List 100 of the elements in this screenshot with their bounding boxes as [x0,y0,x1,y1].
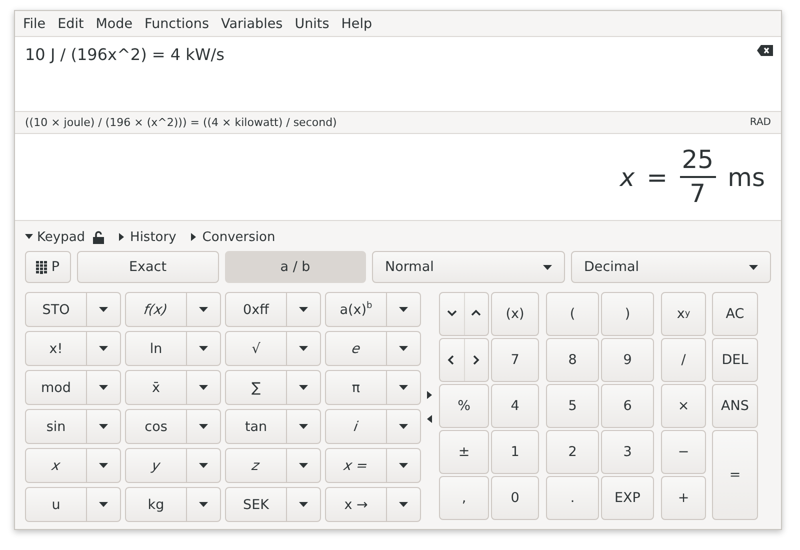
keypad-key[interactable]: 1 [491,430,539,474]
function-key[interactable]: u [25,487,87,522]
keypad-key[interactable]: AC [712,292,758,336]
keypad-key[interactable]: ANS [712,384,758,428]
menu-arrow-button[interactable] [287,292,321,327]
menu-arrow-button[interactable] [87,448,121,483]
menu-item[interactable]: Variables [215,16,289,32]
keypad-key[interactable]: / [661,338,706,382]
caret-icon [399,424,408,429]
function-key[interactable]: cos [125,409,187,444]
menu-arrow-button[interactable] [287,331,321,366]
function-key[interactable]: x [25,448,87,483]
keypad-mode-button[interactable]: P [25,251,71,283]
equals-key[interactable]: = [712,430,758,520]
keypad-key[interactable]: % [439,384,489,428]
keypad-key[interactable]: 0 [491,476,539,520]
menu-item[interactable]: Functions [138,16,216,32]
menu-arrow-button[interactable] [287,448,321,483]
section-expander[interactable]: Conversion [190,230,276,244]
menu-arrow-button[interactable] [87,370,121,405]
menu-arrow-button[interactable] [287,487,321,522]
keypad-key[interactable]: 7 [491,338,539,382]
function-key[interactable]: mod [25,370,87,405]
caret-icon [399,385,408,390]
function-key[interactable]: STO [25,292,87,327]
keypad-key[interactable]: ( [546,292,599,336]
function-key[interactable]: i [325,409,387,444]
menu-item[interactable]: Help [335,16,378,32]
menu-arrow-button[interactable] [387,448,421,483]
function-key[interactable]: e [325,331,387,366]
menu-arrow-button[interactable] [187,448,221,483]
function-key[interactable]: y [125,448,187,483]
function-key[interactable]: SEK [225,487,287,522]
keypad-key[interactable]: , [439,476,489,520]
dropdown[interactable]: Normal [372,251,565,283]
menu-arrow-button[interactable] [87,331,121,366]
menu-arrow-button[interactable] [387,331,421,366]
section-expander[interactable]: Keypad [25,230,104,244]
section-expander[interactable]: History [118,230,176,244]
menu-arrow-button[interactable] [187,409,221,444]
backspace-icon[interactable] [757,45,773,56]
menu-arrow-button[interactable] [287,409,321,444]
menu-item[interactable]: Edit [52,16,90,32]
expression-field[interactable]: 10 J / (196x^2) = 4 kW/s [25,45,585,64]
menu-item[interactable]: Mode [90,16,139,32]
keypad-key[interactable]: 6 [601,384,654,428]
menu-arrow-button[interactable] [387,487,421,522]
expand-arrow[interactable] [426,391,434,399]
keypad-key[interactable]: 2 [546,430,599,474]
function-key[interactable]: kg [125,487,187,522]
keypad-key[interactable]: 4 [491,384,539,428]
keypad-key[interactable]: 9 [601,338,654,382]
menu-arrow-button[interactable] [387,292,421,327]
menu-arrow-button[interactable] [187,370,221,405]
keypad-key[interactable]: 5 [546,384,599,428]
function-key[interactable]: x̄ [125,370,187,405]
toggle-button[interactable]: Exact [77,251,218,283]
function-key[interactable]: √ [225,331,287,366]
function-key[interactable]: ln [125,331,187,366]
keypad-key[interactable]: EXP [601,476,654,520]
menu-arrow-button[interactable] [187,292,221,327]
function-key[interactable]: a(x)$^{b}$ [325,292,387,327]
function-key[interactable]: ∑ [225,370,287,405]
function-key[interactable]: x = [325,448,387,483]
keypad-key[interactable]: − [661,430,706,474]
keypad-key[interactable]: x$^{y}$ [661,292,706,336]
menu-arrow-button[interactable] [387,409,421,444]
menu-item[interactable]: Units [288,16,336,32]
keypad-key[interactable]: ± [439,430,489,474]
equals-sign: = [646,162,668,192]
menu-item[interactable]: File [17,16,52,32]
keypad-key[interactable]: 3 [601,430,654,474]
menu-arrow-button[interactable] [187,331,221,366]
keypad-key[interactable]: 8 [546,338,599,382]
function-key[interactable]: 0xff [225,292,287,327]
keypad-key[interactable]: + [661,476,706,520]
menu-arrow-button[interactable] [387,370,421,405]
keypad-key[interactable]: × [661,384,706,428]
function-key[interactable]: f(x) [125,292,187,327]
menu-arrow-button[interactable] [87,292,121,327]
keypad-key[interactable]: . [546,476,599,520]
function-key[interactable]: π [325,370,387,405]
menu-arrow-button[interactable] [87,409,121,444]
function-key[interactable]: tan [225,409,287,444]
menu-arrow-button[interactable] [87,487,121,522]
caret-icon [399,346,408,351]
keypad-key[interactable]: ) [601,292,654,336]
keypad-key[interactable]: (x) [491,292,539,336]
caret-icon [299,307,308,312]
keypad-key[interactable]: DEL [712,338,758,382]
collapse-arrow[interactable] [426,415,434,423]
function-key[interactable]: z [225,448,287,483]
lock-icon[interactable] [93,230,104,244]
toggle-button[interactable]: a / b [224,251,366,283]
function-key[interactable]: x → [325,487,387,522]
dropdown[interactable]: Decimal [571,251,771,283]
function-key[interactable]: x! [25,331,87,366]
menu-arrow-button[interactable] [187,487,221,522]
function-key[interactable]: sin [25,409,87,444]
menu-arrow-button[interactable] [287,370,321,405]
